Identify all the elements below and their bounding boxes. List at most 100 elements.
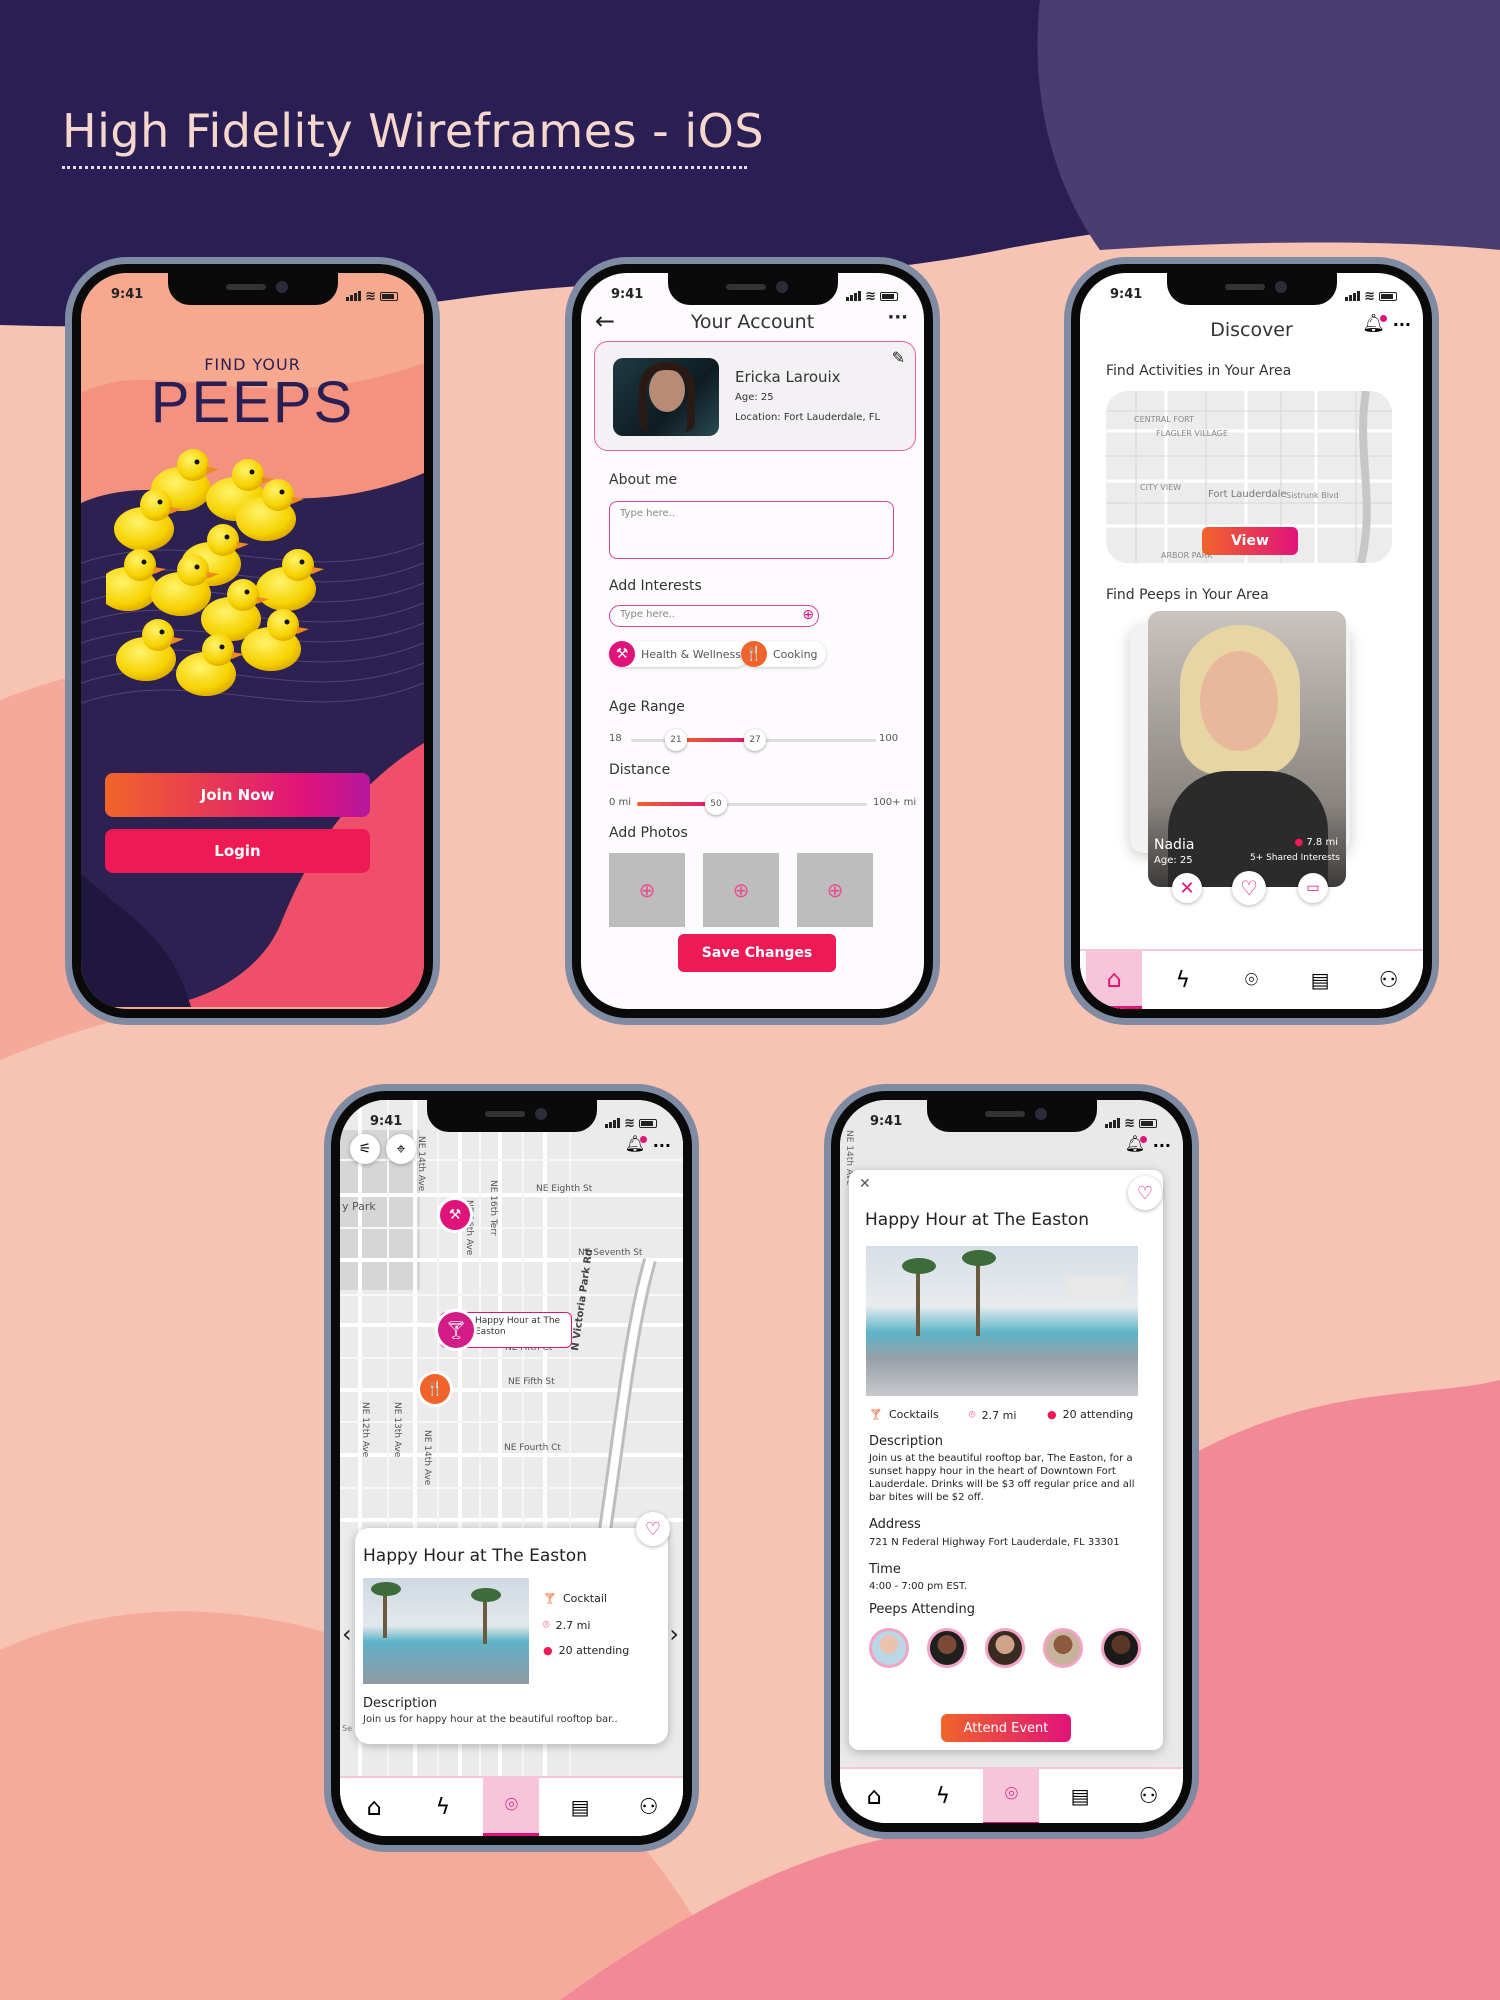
tab-activity[interactable]: ϟ	[415, 1778, 471, 1836]
distance-slider-fill	[637, 802, 715, 806]
street-fragment: Se	[342, 1724, 352, 1733]
duck-icon	[256, 549, 324, 611]
person-card[interactable]: Nadia Age: 25 ● 7.8 mi 5+ Shared Interes…	[1148, 611, 1346, 887]
distance-max: 100+ mi	[873, 797, 917, 808]
battery-icon	[880, 291, 898, 301]
age-high-knob[interactable]: 27	[744, 729, 766, 751]
add-photo-slot[interactable]: ⊕	[609, 853, 685, 927]
age-min: 18	[609, 733, 622, 744]
cocktail-pin[interactable]: 🍸︎	[438, 1312, 474, 1348]
address-label: Address	[869, 1517, 921, 1532]
avatar[interactable]	[985, 1628, 1025, 1668]
person-distance: ● 7.8 mi	[1294, 837, 1338, 848]
phone-event-detail: NE 14th Ave 9:41 ≋ 🔔︎ ··· ✕ Happy Hour a…	[824, 1084, 1199, 1839]
more-icon[interactable]: ···	[653, 1136, 671, 1155]
dismiss-button[interactable]: ✕	[1172, 873, 1202, 903]
tab-bar: ⌂ ϟ ⌾ ▤ ⚇	[1080, 949, 1423, 1009]
tab-home[interactable]: ⌂	[846, 1767, 902, 1823]
locate-button[interactable]: ⌖	[386, 1134, 416, 1164]
tab-bar: ⌂ ϟ ⌾ ▤ ⚇	[840, 1767, 1183, 1823]
add-photo-slot[interactable]: ⊕	[703, 853, 779, 927]
notification-bell-icon[interactable]: 🔔︎	[1125, 1134, 1147, 1153]
tab-profile[interactable]: ⚇	[1121, 1767, 1177, 1823]
tab-home[interactable]: ⌂	[346, 1778, 402, 1836]
heart-icon: ♡	[644, 1518, 662, 1540]
tag-health[interactable]: ⚒ Health & Wellness	[609, 641, 750, 667]
notification-bell-icon[interactable]: 🔔︎	[1362, 313, 1387, 334]
duck-icon	[116, 619, 184, 681]
pin-icon: ⌾	[543, 1618, 550, 1631]
tab-messages[interactable]: ▤	[1292, 951, 1348, 1009]
tab-home[interactable]: ⌂	[1086, 951, 1143, 1009]
description-text: Join us for happy hour at the beautiful …	[363, 1714, 618, 1725]
profile-location: Location: Fort Lauderdale, FL	[735, 412, 881, 423]
cocktail-icon: 🍸︎	[444, 1319, 468, 1341]
description-label: Description	[363, 1696, 438, 1711]
filter-button[interactable]: ⚟	[350, 1134, 380, 1164]
interests-input[interactable]: Type here.. ⊕	[609, 605, 819, 627]
street-label: NE Fourth Ct	[504, 1443, 561, 1453]
message-icon: ▤	[570, 1795, 590, 1819]
tag-label: Cooking	[773, 647, 818, 661]
wifi-icon: ≋	[1364, 288, 1375, 304]
tab-activity[interactable]: ϟ	[1155, 951, 1211, 1009]
close-icon[interactable]: ✕	[859, 1176, 871, 1192]
notification-bell-icon[interactable]: 🔔︎	[625, 1134, 647, 1153]
event-photo	[866, 1246, 1138, 1396]
event-preview-card[interactable]: Happy Hour at The Easton 🍸︎ Cocktail ⌾ 2.7…	[355, 1528, 668, 1744]
message-icon: ▤	[1070, 1784, 1090, 1808]
tab-profile[interactable]: ⚇	[1361, 951, 1417, 1009]
tab-bar: ⌂ ϟ ⌾ ▤ ⚇	[340, 1776, 683, 1836]
tab-messages[interactable]: ▤	[1052, 1767, 1108, 1823]
tab-profile[interactable]: ⚇	[621, 1778, 677, 1836]
edit-icon[interactable]: ✎	[892, 348, 905, 367]
event-category: 🍸︎ Cocktails	[869, 1408, 939, 1421]
join-now-button[interactable]: Join Now	[105, 773, 370, 817]
fitness-pin[interactable]: ⚒	[440, 1200, 470, 1230]
time-label: Time	[869, 1562, 901, 1577]
activities-map[interactable]: CENTRAL FORT FLAGLER VILLAGE CITY VIEW F…	[1106, 391, 1392, 563]
user-icon: ⚇	[1378, 967, 1399, 993]
park-label: y Park	[342, 1200, 376, 1213]
favorite-button[interactable]: ♡	[1128, 1176, 1162, 1210]
avatar[interactable]	[1043, 1628, 1083, 1668]
battery-icon	[380, 291, 398, 301]
tab-map[interactable]: ⌾	[1223, 951, 1279, 1009]
wifi-icon: ≋	[365, 288, 376, 304]
dumbbell-icon: ⚒	[448, 1207, 462, 1223]
add-photo-slot[interactable]: ⊕	[797, 853, 873, 927]
next-arrow-icon[interactable]: ›	[669, 1620, 679, 1648]
attend-event-button[interactable]: Attend Event	[941, 1714, 1071, 1742]
tab-messages[interactable]: ▤	[552, 1778, 608, 1836]
restaurant-pin[interactable]: 🍴	[420, 1374, 450, 1404]
save-changes-button[interactable]: Save Changes	[678, 934, 836, 972]
prev-arrow-icon[interactable]: ‹	[342, 1620, 352, 1648]
tag-label: Health & Wellness	[641, 647, 742, 661]
lightning-icon: ϟ	[435, 1794, 451, 1820]
distance-label: Distance	[609, 762, 671, 778]
event-attending: ● 20 attending	[1047, 1408, 1134, 1421]
tab-activity[interactable]: ϟ	[915, 1767, 971, 1823]
tag-cooking[interactable]: 🍴 Cooking	[741, 641, 826, 667]
avatar[interactable]	[869, 1628, 909, 1668]
view-button[interactable]: View	[1202, 527, 1298, 555]
more-icon[interactable]: ···	[1153, 1136, 1171, 1155]
about-input[interactable]: Type here..	[609, 501, 894, 559]
age-low-knob[interactable]: 21	[665, 729, 687, 751]
tab-map[interactable]: ⌾	[983, 1767, 1040, 1823]
message-button[interactable]: ▭	[1298, 873, 1328, 903]
add-icon[interactable]: ⊕	[802, 607, 814, 623]
distance-knob[interactable]: 50	[705, 793, 727, 815]
more-icon[interactable]: ···	[1393, 315, 1411, 334]
status-time: 9:41	[370, 1114, 403, 1129]
duck-icon	[176, 634, 244, 696]
like-button[interactable]: ♡	[1232, 871, 1266, 905]
avatar[interactable]	[927, 1628, 967, 1668]
favorite-button[interactable]: ♡	[636, 1512, 670, 1546]
interests-placeholder: Type here..	[620, 609, 676, 620]
tab-map[interactable]: ⌾	[483, 1778, 540, 1836]
login-button[interactable]: Login	[105, 829, 370, 873]
avatar[interactable]	[1101, 1628, 1141, 1668]
more-icon[interactable]: ···	[887, 307, 908, 328]
street-label: NE Eighth St	[536, 1184, 593, 1194]
